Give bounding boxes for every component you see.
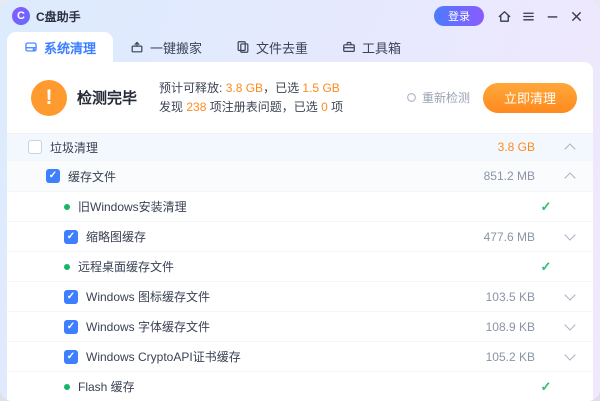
group-checkbox[interactable] xyxy=(28,140,42,154)
done-dot-icon xyxy=(64,264,70,270)
item-row-flash-cache[interactable]: Flash 缓存 ✓ xyxy=(7,372,593,401)
chevron-down-icon[interactable] xyxy=(564,229,575,240)
item-label: 旧Windows安装清理 xyxy=(78,198,187,215)
group-row-junk-clean[interactable]: 垃圾清理 3.8 GB xyxy=(7,134,593,161)
app-logo-icon: C xyxy=(12,7,30,25)
item-label: Flash 缓存 xyxy=(78,378,135,395)
login-button[interactable]: 登录 xyxy=(434,6,484,26)
item-size: 105.2 KB xyxy=(471,350,535,364)
chevron-down-icon[interactable] xyxy=(564,289,575,300)
subgroup-row-cache-files[interactable]: ✓ 缓存文件 851.2 MB xyxy=(7,161,593,192)
item-label: 远程桌面缓存文件 xyxy=(78,258,174,275)
tab-label: 文件去重 xyxy=(256,38,308,57)
redetect-button[interactable]: 重新检测 xyxy=(406,89,470,106)
item-size: 103.5 KB xyxy=(471,290,535,304)
item-checkbox[interactable]: ✓ xyxy=(64,320,78,334)
item-label: Windows 图标缓存文件 xyxy=(86,288,210,305)
chevron-down-icon[interactable] xyxy=(564,349,575,360)
item-checkbox[interactable]: ✓ xyxy=(64,230,78,244)
toolbox-icon xyxy=(342,40,356,54)
done-dot-icon xyxy=(64,204,70,210)
tab-label: 工具箱 xyxy=(362,38,401,57)
item-row-font-cache[interactable]: ✓ Windows 字体缓存文件 108.9 KB xyxy=(7,312,593,342)
app-title: C盘助手 xyxy=(36,8,81,25)
done-check-icon: ✓ xyxy=(541,380,552,393)
warning-icon: ! xyxy=(31,80,67,116)
group-label: 垃圾清理 xyxy=(50,139,98,156)
move-box-icon xyxy=(130,40,144,54)
chevron-up-icon[interactable] xyxy=(564,172,575,183)
registry-selected-count: 0 xyxy=(321,100,328,114)
disk-icon xyxy=(24,40,38,54)
titlebar: C C盘助手 登录 xyxy=(0,0,600,32)
item-row-thumbnail-cache[interactable]: ✓ 缩略图缓存 477.6 MB xyxy=(7,222,593,252)
tab-bar: 系统清理 一键搬家 文件去重 工具箱 xyxy=(0,32,600,62)
app-window: C C盘助手 登录 系统清理 一键搬家 xyxy=(0,0,600,401)
releasable-size: 3.8 GB xyxy=(226,81,263,95)
scan-details: 预计可释放: 3.8 GB，已选 1.5 GB 发现 238 项注册表问题，已选… xyxy=(159,79,343,117)
item-row-cryptoapi-cache[interactable]: ✓ Windows CryptoAPI证书缓存 105.2 KB xyxy=(7,342,593,372)
clean-now-button[interactable]: 立即清理 xyxy=(483,83,577,113)
done-check-icon: ✓ xyxy=(541,200,552,213)
subgroup-checkbox[interactable]: ✓ xyxy=(46,169,60,183)
chevron-up-icon[interactable] xyxy=(564,143,575,154)
item-size: 108.9 KB xyxy=(471,320,535,334)
tab-label: 系统清理 xyxy=(44,38,96,57)
tab-label: 一键搬家 xyxy=(150,38,202,57)
subgroup-size: 851.2 MB xyxy=(471,169,535,183)
tab-file-dedupe[interactable]: 文件去重 xyxy=(219,32,325,62)
tab-one-key-move[interactable]: 一键搬家 xyxy=(113,32,219,62)
content-panel: ! 检测完毕 预计可释放: 3.8 GB，已选 1.5 GB 发现 238 项注… xyxy=(7,62,593,401)
chevron-down-icon[interactable] xyxy=(564,319,575,330)
selected-size: 1.5 GB xyxy=(302,81,339,95)
item-label: Windows 字体缓存文件 xyxy=(86,318,210,335)
menu-icon[interactable] xyxy=(516,4,540,28)
item-size: 477.6 MB xyxy=(471,230,535,244)
registry-issue-count: 238 xyxy=(186,100,206,114)
done-dot-icon xyxy=(64,384,70,390)
releasable-line: 预计可释放: 3.8 GB，已选 1.5 GB xyxy=(159,79,343,98)
tab-system-clean[interactable]: 系统清理 xyxy=(7,32,113,62)
item-checkbox[interactable]: ✓ xyxy=(64,350,78,364)
item-row-remote-desktop-cache[interactable]: 远程桌面缓存文件 ✓ xyxy=(7,252,593,282)
item-checkbox[interactable]: ✓ xyxy=(64,290,78,304)
registry-line: 发现 238 项注册表问题，已选 0 项 xyxy=(159,98,343,117)
scan-summary: ! 检测完毕 预计可释放: 3.8 GB，已选 1.5 GB 发现 238 项注… xyxy=(7,62,593,134)
item-row-old-windows[interactable]: 旧Windows安装清理 ✓ xyxy=(7,192,593,222)
duplicate-files-icon xyxy=(236,40,250,54)
home-icon[interactable] xyxy=(492,4,516,28)
minimize-icon[interactable] xyxy=(540,4,564,28)
subgroup-label: 缓存文件 xyxy=(68,168,116,185)
scan-status: 检测完毕 xyxy=(77,87,137,108)
item-label: 缩略图缓存 xyxy=(86,228,146,245)
item-row-icon-cache[interactable]: ✓ Windows 图标缓存文件 103.5 KB xyxy=(7,282,593,312)
group-size: 3.8 GB xyxy=(471,140,535,154)
close-icon[interactable] xyxy=(564,4,588,28)
refresh-icon xyxy=(406,92,417,103)
window-controls xyxy=(492,4,588,28)
done-check-icon: ✓ xyxy=(541,260,552,273)
tab-toolbox[interactable]: 工具箱 xyxy=(325,32,418,62)
item-label: Windows CryptoAPI证书缓存 xyxy=(86,348,241,365)
